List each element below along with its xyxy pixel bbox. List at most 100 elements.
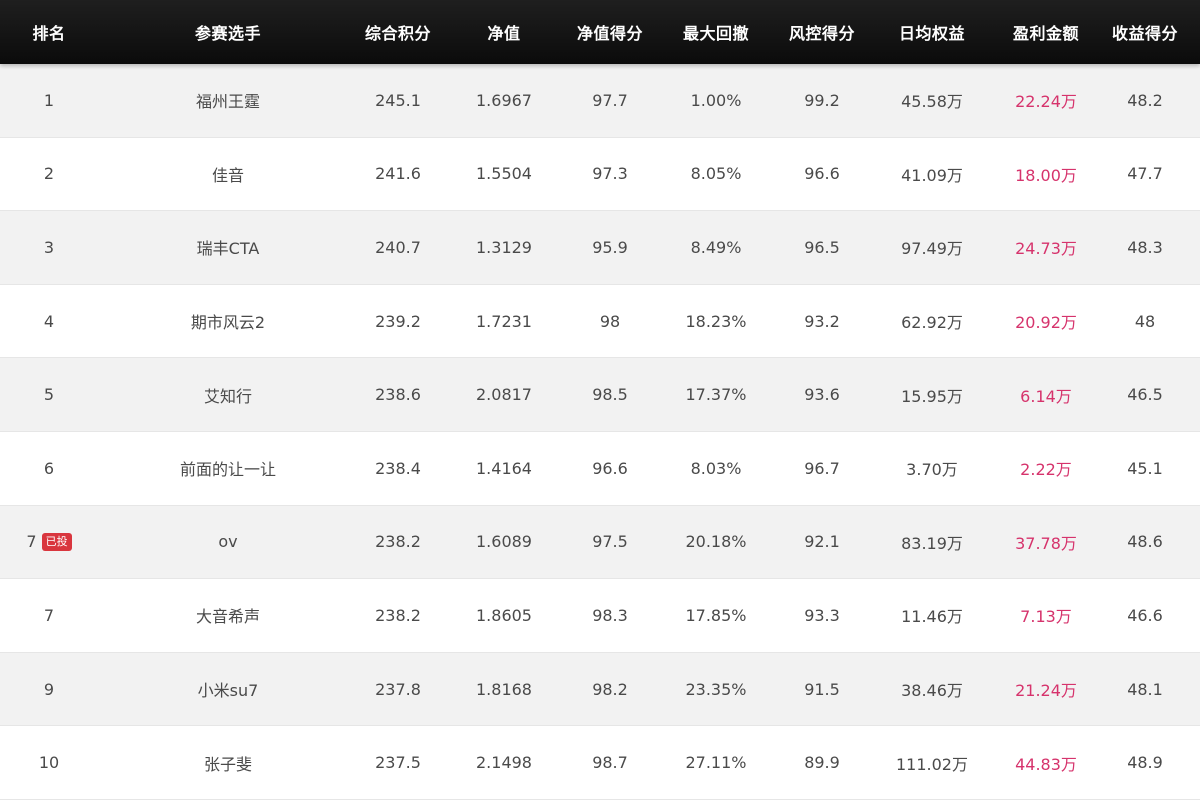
player-cell[interactable]: 福州王霆 bbox=[98, 64, 358, 137]
max-drawdown-cell: 18.23% bbox=[685, 311, 747, 331]
daily-equity-cell: 15.95万 bbox=[901, 386, 963, 406]
header-rank[interactable]: 排名 bbox=[0, 0, 98, 64]
nav-score-cell: 97.7 bbox=[592, 90, 628, 110]
player-cell[interactable]: 小米su7 bbox=[98, 653, 358, 726]
table-row[interactable]: 7 已投 ov 238.2 1.6089 97.5 20.18% 92.1 83… bbox=[0, 505, 1200, 580]
daily-equity-cell: 45.58万 bbox=[901, 92, 963, 112]
rank-cell: 1 bbox=[0, 64, 98, 137]
rank-cell: 10 bbox=[0, 726, 98, 799]
nav-score-cell: 96.6 bbox=[592, 458, 628, 478]
max-drawdown-cell: 20.18% bbox=[685, 532, 747, 552]
max-drawdown-cell: 8.05% bbox=[690, 164, 742, 184]
nav-score-cell: 98.2 bbox=[592, 679, 628, 699]
nav-cell: 1.8168 bbox=[476, 679, 532, 699]
score-cell: 238.6 bbox=[375, 385, 421, 405]
player-cell[interactable]: 张子斐 bbox=[98, 726, 358, 799]
daily-equity-cell: 38.46万 bbox=[901, 681, 963, 701]
profit-cell: 18.00万 bbox=[1015, 165, 1077, 185]
risk-score-cell: 96.6 bbox=[804, 164, 840, 184]
risk-score-cell: 99.2 bbox=[804, 90, 840, 110]
return-score-cell: 48.3 bbox=[1127, 237, 1163, 257]
nav-cell: 1.7231 bbox=[476, 311, 532, 331]
table-row[interactable]: 10 张子斐 237.5 2.1498 98.7 27.11% 89.9 111… bbox=[0, 726, 1200, 800]
nav-cell: 1.4164 bbox=[476, 458, 532, 478]
rank-value: 1 bbox=[43, 90, 55, 110]
score-cell: 245.1 bbox=[375, 90, 421, 110]
table-row[interactable]: 7 大音希声 238.2 1.8605 98.3 17.85% 93.3 11.… bbox=[0, 579, 1200, 653]
table-row[interactable]: 5 艾知行 238.6 2.0817 98.5 17.37% 93.6 15.9… bbox=[0, 358, 1200, 432]
rank-value: 5 bbox=[43, 385, 55, 405]
profit-cell: 22.24万 bbox=[1015, 92, 1077, 112]
table-row[interactable]: 3 瑞丰CTA 240.7 1.3129 95.9 8.49% 96.5 97.… bbox=[0, 211, 1200, 285]
max-drawdown-cell: 23.35% bbox=[685, 679, 747, 699]
return-score-cell: 46.5 bbox=[1127, 385, 1163, 405]
header-nav[interactable]: 净值 bbox=[438, 0, 570, 64]
nav-cell: 1.6967 bbox=[476, 90, 532, 110]
rank-value: 9 bbox=[43, 679, 55, 699]
player-cell[interactable]: 前面的让一让 bbox=[98, 432, 358, 505]
table-row[interactable]: 6 前面的让一让 238.4 1.4164 96.6 8.03% 96.7 3.… bbox=[0, 431, 1200, 506]
rank-value: 3 bbox=[43, 237, 55, 257]
nav-score-cell: 97.3 bbox=[592, 164, 628, 184]
nav-score-cell: 98 bbox=[599, 311, 621, 331]
daily-equity-cell: 83.19万 bbox=[901, 533, 963, 553]
rank-cell: 6 bbox=[0, 432, 98, 505]
rank-value: 2 bbox=[43, 164, 55, 184]
nav-score-cell: 98.5 bbox=[592, 385, 628, 405]
return-score-cell: 48.2 bbox=[1127, 90, 1163, 110]
header-nav-score[interactable]: 净值得分 bbox=[570, 0, 650, 64]
max-drawdown-cell: 8.49% bbox=[690, 237, 742, 257]
daily-equity-cell: 41.09万 bbox=[901, 165, 963, 185]
table-row[interactable]: 1 福州王霆 245.1 1.6967 97.7 1.00% 99.2 45.5… bbox=[0, 64, 1200, 138]
rank-cell: 2 bbox=[0, 138, 98, 211]
score-cell: 237.5 bbox=[375, 753, 421, 773]
nav-cell: 2.1498 bbox=[476, 753, 532, 773]
risk-score-cell: 96.5 bbox=[804, 237, 840, 257]
player-cell[interactable]: ov bbox=[98, 506, 358, 579]
daily-equity-cell: 11.46万 bbox=[901, 607, 963, 627]
player-cell[interactable]: 瑞丰CTA bbox=[98, 211, 358, 284]
header-max-drawdown[interactable]: 最大回撤 bbox=[650, 0, 782, 64]
profit-cell: 2.22万 bbox=[1020, 460, 1072, 480]
daily-equity-cell: 3.70万 bbox=[906, 460, 958, 480]
rank-cell: 4 bbox=[0, 285, 98, 358]
ranking-table: 排名 参赛选手 综合积分 净值 净值得分 最大回撤 风控得分 日均权益 盈利金额… bbox=[0, 0, 1200, 800]
player-cell[interactable]: 大音希声 bbox=[98, 579, 358, 652]
score-cell: 239.2 bbox=[375, 311, 421, 331]
rank-value: 7 bbox=[43, 605, 55, 625]
profit-cell: 6.14万 bbox=[1020, 386, 1072, 406]
table-row[interactable]: 4 期市风云2 239.2 1.7231 98 18.23% 93.2 62.9… bbox=[0, 284, 1200, 359]
table-row[interactable]: 2 佳音 241.6 1.5504 97.3 8.05% 96.6 41.09万… bbox=[0, 137, 1200, 212]
nav-score-cell: 97.5 bbox=[592, 532, 628, 552]
player-cell[interactable]: 佳音 bbox=[98, 138, 358, 211]
risk-score-cell: 89.9 bbox=[804, 753, 840, 773]
return-score-cell: 48.1 bbox=[1127, 679, 1163, 699]
return-score-cell: 48.6 bbox=[1127, 532, 1163, 552]
rank-value: 10 bbox=[38, 753, 60, 773]
rank-cell: 7 已投 bbox=[0, 506, 98, 579]
player-cell[interactable]: 期市风云2 bbox=[98, 285, 358, 358]
header-score[interactable]: 综合积分 bbox=[358, 0, 438, 64]
rank-value: 4 bbox=[43, 311, 55, 331]
invested-badge: 已投 bbox=[41, 532, 72, 551]
risk-score-cell: 93.6 bbox=[804, 385, 840, 405]
score-cell: 240.7 bbox=[375, 237, 421, 257]
nav-cell: 2.0817 bbox=[476, 385, 532, 405]
rank-value: 7 bbox=[26, 532, 37, 552]
header-daily-equity[interactable]: 日均权益 bbox=[862, 0, 1002, 64]
score-cell: 238.2 bbox=[375, 532, 421, 552]
player-cell[interactable]: 艾知行 bbox=[98, 358, 358, 431]
rank-cell: 3 bbox=[0, 211, 98, 284]
header-player[interactable]: 参赛选手 bbox=[98, 0, 358, 64]
rank-cell: 7 bbox=[0, 579, 98, 652]
rank-cell: 9 bbox=[0, 653, 98, 726]
header-return-score[interactable]: 收益得分 bbox=[1090, 0, 1200, 64]
risk-score-cell: 96.7 bbox=[804, 458, 840, 478]
return-score-cell: 45.1 bbox=[1127, 458, 1163, 478]
header-profit[interactable]: 盈利金额 bbox=[1002, 0, 1090, 64]
header-risk-score[interactable]: 风控得分 bbox=[782, 0, 862, 64]
score-cell: 237.8 bbox=[375, 679, 421, 699]
rank-cell: 5 bbox=[0, 358, 98, 431]
table-row[interactable]: 9 小米su7 237.8 1.8168 98.2 23.35% 91.5 38… bbox=[0, 652, 1200, 727]
max-drawdown-cell: 27.11% bbox=[685, 753, 747, 773]
